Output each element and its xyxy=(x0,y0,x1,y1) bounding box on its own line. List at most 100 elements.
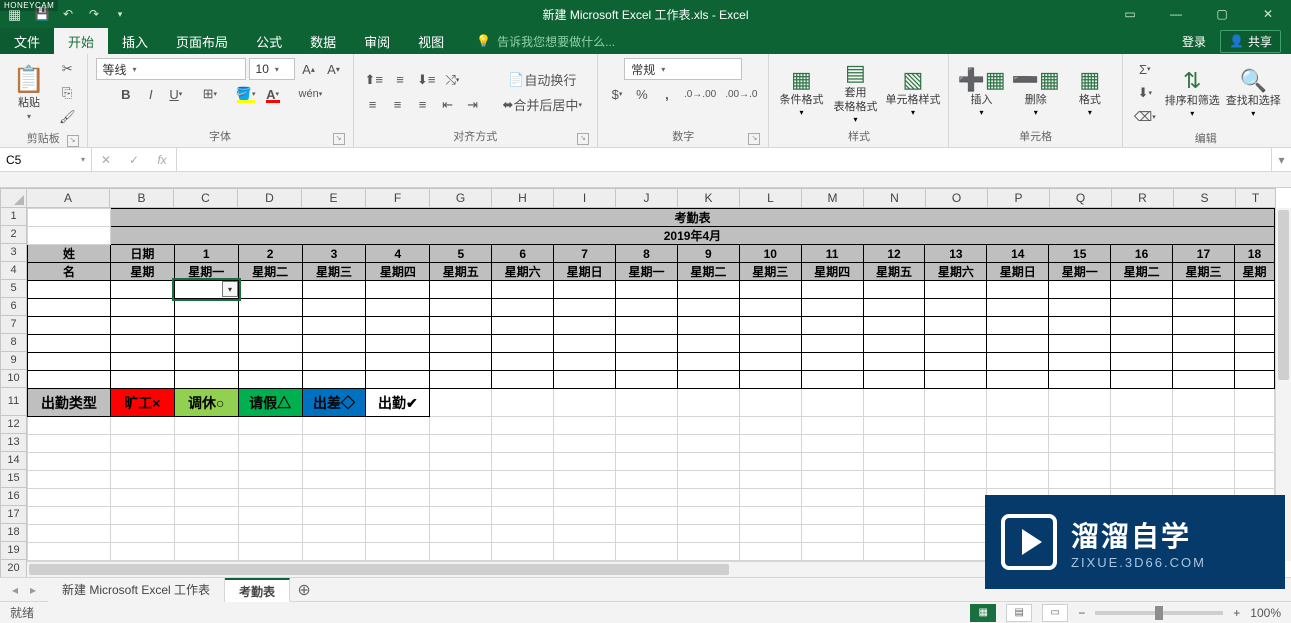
cell[interactable] xyxy=(110,471,174,489)
cell[interactable] xyxy=(110,281,174,299)
cell[interactable] xyxy=(302,543,366,561)
row-header[interactable]: 9 xyxy=(0,352,27,370)
row-header[interactable]: 17 xyxy=(0,506,27,524)
sort-filter-button[interactable]: ⇅排序和筛选▾ xyxy=(1165,60,1220,126)
cell[interactable] xyxy=(987,417,1049,435)
cell[interactable] xyxy=(554,453,616,471)
row-header[interactable]: 11 xyxy=(0,388,27,416)
cell[interactable] xyxy=(863,435,925,453)
view-pagebreak-button[interactable]: ▭ xyxy=(1042,604,1068,622)
select-all-corner[interactable] xyxy=(0,188,27,208)
cell[interactable] xyxy=(1111,389,1173,417)
cell[interactable] xyxy=(366,353,430,371)
cell[interactable] xyxy=(238,525,302,543)
cell[interactable] xyxy=(801,371,863,389)
column-header[interactable]: E xyxy=(302,188,366,208)
cell[interactable] xyxy=(302,353,366,371)
cell[interactable] xyxy=(554,353,616,371)
format-as-table-button[interactable]: ▤套用 表格格式▾ xyxy=(831,59,879,125)
cell[interactable] xyxy=(987,371,1049,389)
cell[interactable] xyxy=(430,317,492,335)
align-center-button[interactable]: ≡ xyxy=(387,94,409,116)
cell[interactable] xyxy=(430,281,492,299)
tab-page-layout[interactable]: 页面布局 xyxy=(162,28,242,54)
qat-undo-button[interactable]: ↶ xyxy=(56,2,80,26)
row-header[interactable]: 16 xyxy=(0,488,27,506)
cell[interactable] xyxy=(1111,471,1173,489)
cell[interactable] xyxy=(28,353,111,371)
new-sheet-button[interactable]: ⊕ xyxy=(290,580,318,600)
share-button[interactable]: 👤 共享 xyxy=(1220,30,1281,53)
cell[interactable] xyxy=(616,417,678,435)
dialog-launcher[interactable]: ↘ xyxy=(67,135,79,147)
cell[interactable] xyxy=(174,435,238,453)
cell[interactable] xyxy=(174,335,238,353)
cell[interactable] xyxy=(366,525,430,543)
column-header[interactable]: H xyxy=(492,188,554,208)
sheet-tab[interactable]: 考勤表 xyxy=(225,578,290,602)
cell[interactable]: 出差◇ xyxy=(302,389,366,417)
cell[interactable] xyxy=(925,507,987,525)
cell[interactable] xyxy=(430,417,492,435)
cell[interactable] xyxy=(366,543,430,561)
cell[interactable] xyxy=(492,543,554,561)
cell[interactable] xyxy=(987,389,1049,417)
column-header[interactable]: B xyxy=(110,188,174,208)
cell[interactable] xyxy=(302,435,366,453)
cell[interactable] xyxy=(238,335,302,353)
cell[interactable] xyxy=(110,417,174,435)
cell[interactable] xyxy=(987,335,1049,353)
cell[interactable] xyxy=(174,417,238,435)
cell[interactable] xyxy=(302,525,366,543)
cell[interactable] xyxy=(925,543,987,561)
cell[interactable] xyxy=(174,471,238,489)
cell[interactable] xyxy=(925,453,987,471)
cell[interactable] xyxy=(739,299,801,317)
cell[interactable] xyxy=(677,525,739,543)
cell[interactable] xyxy=(925,489,987,507)
cell[interactable] xyxy=(1234,435,1274,453)
column-header[interactable]: K xyxy=(678,188,740,208)
cell[interactable] xyxy=(238,371,302,389)
zoom-out-button[interactable]: − xyxy=(1078,606,1085,620)
cell[interactable] xyxy=(863,353,925,371)
cell[interactable]: 星期一 xyxy=(1049,263,1111,281)
cell[interactable]: 1 xyxy=(174,245,238,263)
cell[interactable] xyxy=(677,507,739,525)
cell[interactable] xyxy=(554,317,616,335)
cell[interactable] xyxy=(366,281,430,299)
cell[interactable] xyxy=(430,543,492,561)
cell[interactable] xyxy=(492,489,554,507)
cell[interactable] xyxy=(863,417,925,435)
cell[interactable] xyxy=(492,353,554,371)
fx-button[interactable]: fx xyxy=(148,153,176,167)
column-header[interactable]: G xyxy=(430,188,492,208)
cell[interactable] xyxy=(616,471,678,489)
cell[interactable] xyxy=(554,489,616,507)
cell[interactable] xyxy=(863,389,925,417)
cell[interactable] xyxy=(366,335,430,353)
column-header[interactable]: S xyxy=(1174,188,1236,208)
cell[interactable] xyxy=(677,489,739,507)
align-bottom-button[interactable]: ⬇≡ xyxy=(414,69,438,91)
cell[interactable]: 星期三 xyxy=(302,263,366,281)
cell[interactable]: 旷工× xyxy=(110,389,174,417)
cell[interactable] xyxy=(238,453,302,471)
cell[interactable]: 星期二 xyxy=(677,263,739,281)
row-header[interactable]: 8 xyxy=(0,334,27,352)
cell[interactable] xyxy=(1173,453,1235,471)
copy-button[interactable]: ⎘ xyxy=(56,82,79,104)
percent-button[interactable]: % xyxy=(631,83,653,105)
row-header[interactable]: 6 xyxy=(0,298,27,316)
cell[interactable] xyxy=(28,435,111,453)
column-header[interactable]: O xyxy=(926,188,988,208)
tab-home[interactable]: 开始 xyxy=(54,28,108,54)
ribbon-display-button[interactable]: ▭ xyxy=(1107,0,1153,28)
cell[interactable]: 出勤类型 xyxy=(28,389,111,417)
cell[interactable] xyxy=(1234,417,1274,435)
font-name-combo[interactable]: 等线▾ xyxy=(96,58,246,80)
cell[interactable] xyxy=(366,417,430,435)
cell[interactable] xyxy=(863,507,925,525)
decrease-font-button[interactable]: A▾ xyxy=(323,58,345,80)
cell[interactable] xyxy=(863,543,925,561)
